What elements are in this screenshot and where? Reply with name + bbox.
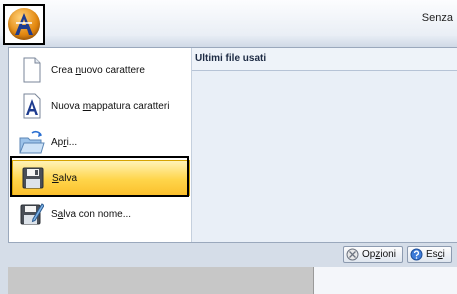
font-mapping-icon <box>19 91 45 121</box>
workspace-strip <box>8 267 457 294</box>
new-mapping-label: Nuova mappatura caratteri <box>51 100 170 112</box>
new-character-command[interactable]: Crea nuovo carattere <box>12 52 190 88</box>
exit-label: Esci <box>426 249 445 260</box>
application-button[interactable] <box>3 4 45 45</box>
save-label: Salva <box>52 172 78 184</box>
floppy-disk-icon <box>20 163 46 193</box>
command-list: Crea nuovo carattere Nuova mappatura car… <box>9 48 192 242</box>
menu-footer: Opzioni Esci <box>8 243 457 267</box>
new-character-label: Crea nuovo carattere <box>51 64 145 76</box>
blank-page-icon <box>19 55 45 85</box>
workspace-gray-area <box>8 267 314 294</box>
window-title: Senza <box>421 12 453 24</box>
menu-header <box>0 36 457 47</box>
save-command[interactable]: Salva <box>12 160 190 196</box>
open-label: Apri... <box>51 136 78 148</box>
options-icon <box>346 248 359 261</box>
save-as-command[interactable]: Salva con nome... <box>12 196 190 232</box>
new-mapping-command[interactable]: Nuova mappatura caratteri <box>12 88 190 124</box>
menu-panel: Crea nuovo carattere Nuova mappatura car… <box>8 47 457 243</box>
recent-files-panel: Ultimi file usati <box>191 48 457 242</box>
help-exit-icon <box>410 248 423 261</box>
open-command[interactable]: Apri... <box>12 124 190 160</box>
options-button[interactable]: Opzioni <box>343 246 403 263</box>
options-label: Opzioni <box>362 249 396 260</box>
application-menu: Crea nuovo carattere Nuova mappatura car… <box>0 36 457 294</box>
open-folder-icon <box>19 127 45 157</box>
save-as-label: Salva con nome... <box>51 208 132 220</box>
exit-button[interactable]: Esci <box>407 246 452 263</box>
recent-files-title: Ultimi file usati <box>192 48 457 71</box>
app-logo-icon <box>8 8 40 40</box>
save-as-icon <box>19 199 45 229</box>
title-bar: Senza <box>0 0 457 36</box>
